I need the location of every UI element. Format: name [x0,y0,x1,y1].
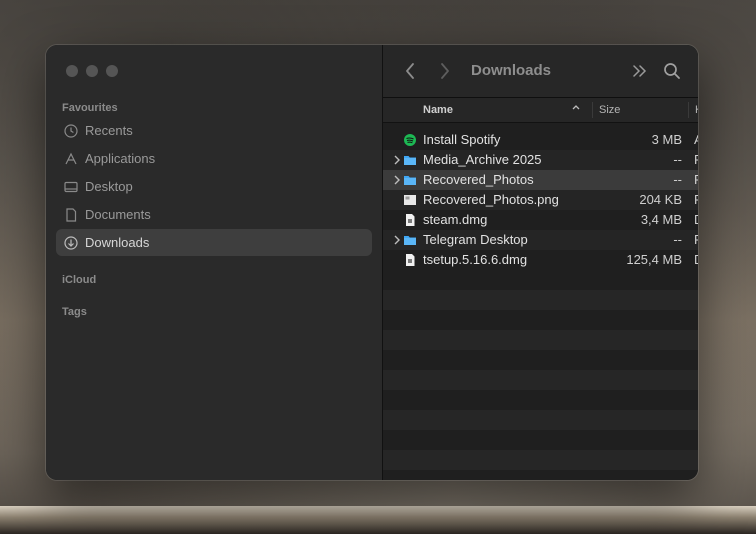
file-size: 3 MB [651,132,682,147]
sidebar-section-favourites: Favourites [62,102,118,114]
file-name: Telegram Desktop [423,232,528,247]
file-row-tsetup-dmg[interactable]: tsetup.5.16.6.dmg 125,4 MB D [383,250,698,270]
finder-window: Favourites Recents Applications Desktop … [46,45,698,480]
minimize-button[interactable] [86,65,98,77]
empty-row [383,390,698,410]
double-chevron-icon [633,65,647,77]
folder-icon [403,233,417,247]
wallpaper-horizon [0,506,756,534]
image-file-icon [403,193,417,207]
sidebar-item-label: Desktop [85,179,133,194]
file-row-recovered-photos[interactable]: Recovered_Photos -- F [383,170,698,190]
file-row-media-archive[interactable]: Media_Archive 2025 -- F [383,150,698,170]
window-title: Downloads [471,62,552,79]
folder-icon [403,173,417,187]
empty-row [383,270,698,290]
disk-image-icon [403,253,417,267]
chevron-right-icon [441,63,449,79]
disclosure-chevron-icon[interactable] [392,154,402,166]
sidebar-item-label: Applications [85,151,156,166]
desktop-icon [63,179,79,195]
window-controls [66,65,118,77]
sidebar-item-label: Recents [85,123,133,138]
close-button[interactable] [66,65,78,77]
file-name: Recovered_Photos.png [423,192,559,207]
file-name: steam.dmg [423,212,488,227]
applications-icon [63,151,79,167]
column-divider[interactable] [688,102,689,118]
sidebar-item-recents[interactable]: Recents [56,117,372,144]
sidebar-item-applications[interactable]: Applications [56,145,372,172]
file-kind: P [694,192,698,207]
sort-ascending-icon[interactable] [571,102,581,115]
folder-icon [403,153,417,167]
search-icon [664,63,680,79]
empty-row [383,310,698,330]
file-name: Recovered_Photos [423,172,534,187]
file-size: -- [673,232,682,247]
sidebar-item-documents[interactable]: Documents [56,201,372,228]
spotify-icon [403,133,417,147]
more-toolbar-button[interactable] [631,62,649,80]
download-icon [63,235,79,251]
file-name: tsetup.5.16.6.dmg [423,252,528,267]
file-name: Install Spotify [423,132,501,147]
file-size: 3,4 MB [640,212,682,227]
file-row-telegram-desktop[interactable]: Telegram Desktop -- F [383,230,698,250]
empty-row [383,290,698,310]
file-row-steam-dmg[interactable]: steam.dmg 3,4 MB D [383,210,698,230]
file-kind: F [694,152,698,167]
file-size: -- [673,152,682,167]
sidebar-item-label: Documents [85,207,151,222]
file-kind: A [694,132,698,147]
file-kind: F [694,232,698,247]
file-row-install-spotify[interactable]: Install Spotify 3 MB A [383,130,698,150]
sidebar-section-icloud[interactable]: iCloud [62,274,96,286]
empty-row [383,430,698,450]
file-name: Media_Archive 2025 [423,152,542,167]
document-icon [63,207,79,223]
file-kind: D [694,252,698,267]
file-size: 125,4 MB [626,252,682,267]
search-button[interactable] [663,62,681,80]
disclosure-chevron-icon[interactable] [392,174,402,186]
disclosure-chevron-icon[interactable] [392,234,402,246]
file-kind: D [694,212,698,227]
zoom-button[interactable] [106,65,118,77]
forward-button[interactable] [436,62,454,80]
sidebar-section-tags[interactable]: Tags [62,306,87,318]
file-kind: F [694,172,698,187]
chevron-left-icon [406,63,414,79]
empty-row [383,330,698,350]
column-kind[interactable]: K [695,104,698,116]
empty-row [383,350,698,370]
column-divider[interactable] [592,102,593,118]
file-list: Install Spotify 3 MB A Media_Archive 202… [383,130,698,480]
empty-row [383,370,698,390]
sidebar-item-label: Downloads [85,235,150,250]
column-header: Name Size K [383,98,698,123]
file-size: -- [673,172,682,187]
empty-row [383,450,698,470]
sidebar-item-downloads[interactable]: Downloads [56,229,372,256]
file-row-recovered-photos-png[interactable]: Recovered_Photos.png 204 KB P [383,190,698,210]
back-button[interactable] [401,62,419,80]
sidebar: Favourites Recents Applications Desktop … [46,45,383,480]
toolbar: Downloads [383,45,698,98]
clock-icon [63,123,79,139]
column-name[interactable]: Name [423,104,453,116]
column-size[interactable]: Size [599,104,620,116]
empty-rows [383,270,698,470]
file-size: 204 KB [639,192,682,207]
empty-row [383,410,698,430]
disk-image-icon [403,213,417,227]
sidebar-item-desktop[interactable]: Desktop [56,173,372,200]
file-browser: Downloads Name Size K Install Spo [383,45,698,480]
